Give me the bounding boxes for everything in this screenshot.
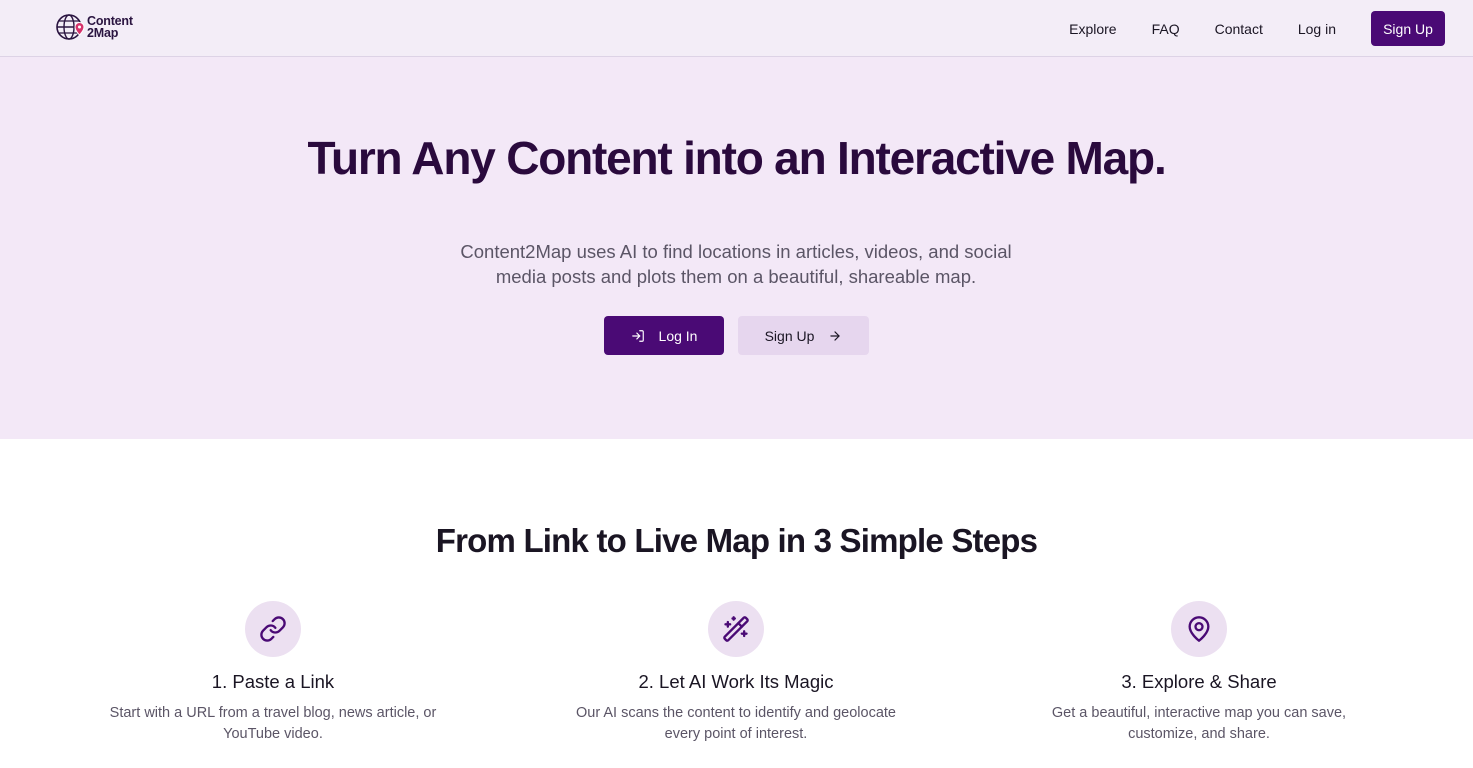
- link-icon: [260, 616, 286, 642]
- hero-title: Turn Any Content into an Interactive Map…: [307, 132, 1166, 184]
- step-card-2: 2. Let AI Work Its Magic Our AI scans th…: [571, 601, 901, 745]
- step-icon-circle: [708, 601, 764, 657]
- arrow-right-icon: [830, 330, 841, 341]
- step-title: 1. Paste a Link: [211, 671, 335, 692]
- steps-heading: From Link to Live Map in 3 Simple Steps: [435, 522, 1038, 559]
- hero-signup-button[interactable]: Sign Up: [738, 316, 869, 355]
- hero-section: Turn Any Content into an Interactive Map…: [0, 57, 1473, 439]
- nav-signup-button[interactable]: Sign Up: [1371, 11, 1445, 46]
- log-in-icon: [631, 329, 644, 342]
- hero-login-label: Log In: [658, 327, 698, 344]
- step-card-1: 1. Paste a Link Start with a URL from a …: [108, 601, 438, 745]
- step-title: 2. Let AI Work Its Magic: [638, 671, 834, 692]
- step-card-3: 3. Explore & Share Get a beautiful, inte…: [1034, 601, 1364, 745]
- step-description: Get a beautiful, interactive map you can…: [1051, 705, 1347, 742]
- nav-login-link[interactable]: Log in: [1298, 12, 1336, 46]
- main-nav: Explore FAQ Contact Log in Sign Up: [1069, 11, 1445, 46]
- hero-subtitle: Content2Map uses AI to find locations in…: [460, 241, 1012, 287]
- hero-signup-label: Sign Up: [764, 327, 815, 344]
- globe-pin-icon: [56, 14, 85, 40]
- step-icon-circle: [1171, 601, 1227, 657]
- step-description: Our AI scans the content to identify and…: [575, 705, 896, 742]
- logo[interactable]: Content 2Map: [55, 12, 133, 42]
- map-pin-icon: [1188, 616, 1210, 642]
- step-icon-circle: [245, 601, 301, 657]
- logo-text-line2: 2Map: [87, 26, 119, 40]
- site-header: Content 2Map Explore FAQ Contact Log in …: [0, 0, 1473, 57]
- magic-wand-icon: [723, 616, 749, 642]
- nav-explore-link[interactable]: Explore: [1069, 12, 1116, 46]
- hero-login-button[interactable]: Log In: [604, 316, 724, 355]
- nav-faq-link[interactable]: FAQ: [1152, 12, 1180, 46]
- step-title: 3. Explore & Share: [1121, 671, 1277, 692]
- step-description: Start with a URL from a travel blog, new…: [109, 705, 437, 742]
- nav-contact-link[interactable]: Contact: [1215, 12, 1263, 46]
